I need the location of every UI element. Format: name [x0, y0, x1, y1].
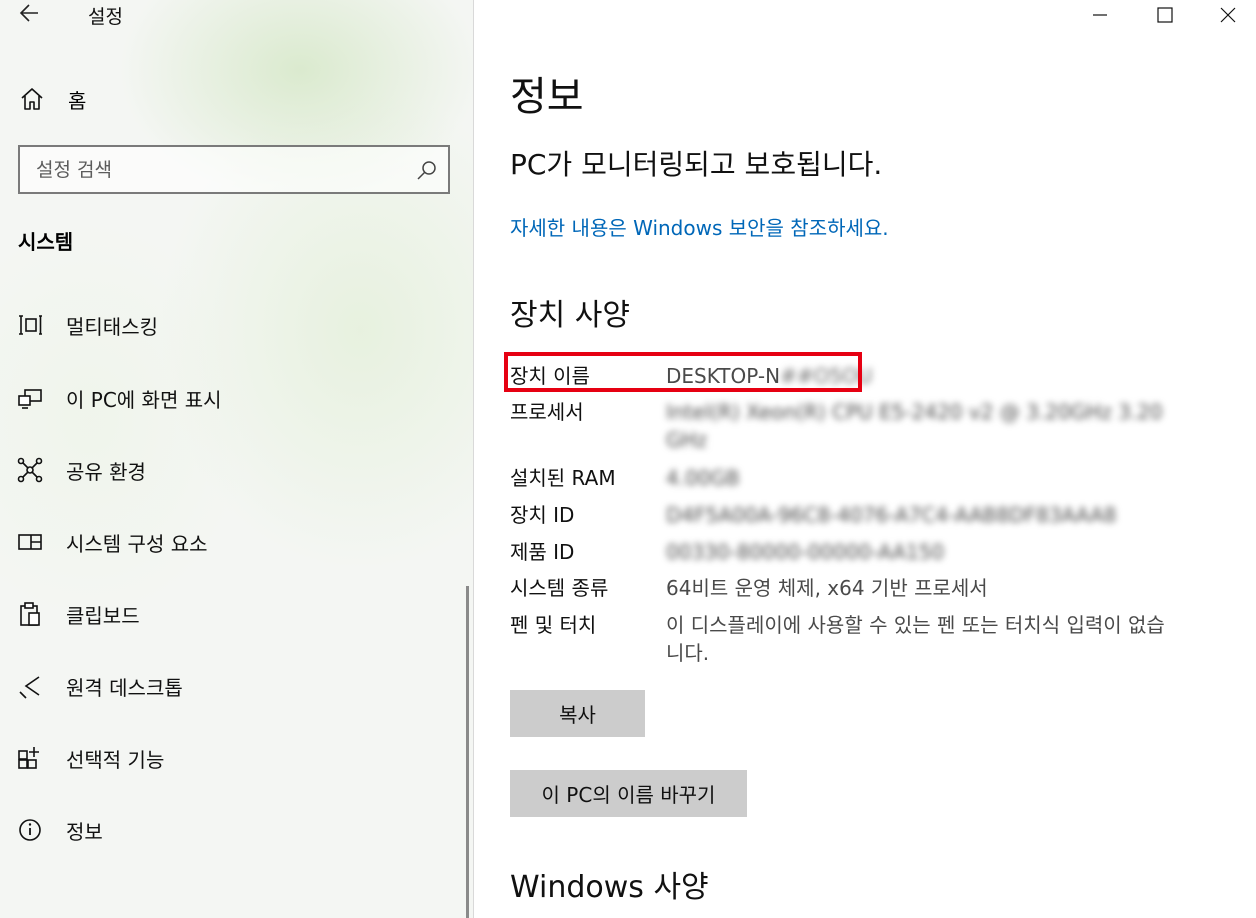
spec-key: 장치 ID [510, 503, 575, 527]
sidebar-item-remote-desktop[interactable]: 원격 데스크톱 [16, 668, 183, 704]
sidebar-item-label: 클립보드 [66, 603, 140, 628]
components-icon [16, 528, 44, 556]
sidebar-item-project[interactable]: 이 PC에 화면 표시 [16, 380, 222, 416]
sidebar-item-label: 멀티태스킹 [66, 314, 158, 339]
copy-button[interactable]: 복사 [510, 690, 645, 737]
spec-value: 64비트 운영 체제, x64 기반 프로세서 [666, 576, 988, 600]
sidebar-item-home[interactable]: 홈 [18, 84, 86, 114]
security-link[interactable]: 자세한 내용은 Windows 보안을 참조하세요. [510, 212, 889, 241]
sidebar-item-label: 시스템 구성 요소 [66, 531, 208, 556]
info-icon [16, 816, 44, 844]
home-icon [21, 88, 43, 110]
remote-desktop-icon [16, 672, 44, 700]
optional-features-icon [16, 744, 44, 772]
device-specs-heading: 장치 사양 [510, 298, 630, 333]
sidebar-item-label: 이 PC에 화면 표시 [66, 387, 222, 412]
sidebar: 설정 홈 시스템 멀티태스킹 [0, 0, 474, 918]
spec-row-device-id: 장치 ID D4F5A00A-96C8-4076-A7C4-AAB8DF83AA… [510, 501, 1176, 529]
page-title: 정보 [510, 74, 584, 120]
sidebar-item-clipboard[interactable]: 클립보드 [16, 596, 140, 632]
blurred-value: 4.00GB [666, 466, 740, 490]
spec-row-ram: 설치된 RAM 4.00GB [510, 464, 1176, 492]
sidebar-item-components[interactable]: 시스템 구성 요소 [16, 524, 208, 560]
spec-row-pen-touch: 펜 및 터치 이 디스플레이에 사용할 수 있는 펜 또는 터치식 입력이 없습… [510, 611, 1176, 667]
sidebar-item-label: 선택적 기능 [66, 747, 165, 772]
sidebar-item-label: 공유 환경 [66, 459, 146, 484]
spec-row-product-id: 제품 ID 00330-80000-00000-AA150 [510, 538, 1176, 566]
back-button[interactable] [16, 0, 46, 26]
blurred-value: D4F5A00A-96C8-4076-A7C4-AAB8DF83AAA8 [666, 503, 1117, 527]
search-input[interactable] [20, 158, 414, 181]
share-icon [16, 456, 44, 484]
search-icon[interactable] [414, 157, 440, 183]
sidebar-item-about[interactable]: 정보 [16, 812, 103, 848]
sidebar-item-label: 홈 [68, 88, 87, 113]
sidebar-item-share[interactable]: 공유 환경 [16, 452, 146, 488]
spec-key: 시스템 종류 [510, 576, 609, 600]
sidebar-item-label: 정보 [66, 819, 103, 844]
protection-status: PC가 모니터링되고 보호됩니다. [510, 148, 883, 181]
project-icon [16, 384, 44, 412]
section-title: 시스템 [18, 230, 74, 254]
spec-key: 설치된 RAM [510, 466, 616, 490]
back-arrow-icon [19, 4, 38, 22]
rename-pc-button[interactable]: 이 PC의 이름 바꾸기 [510, 770, 747, 817]
app-title: 설정 [88, 6, 123, 28]
clipboard-icon [16, 600, 44, 628]
spec-key: 펜 및 터치 [510, 613, 597, 637]
windows-specs-heading: Windows 사양 [510, 870, 709, 905]
spec-row-system-type: 시스템 종류 64비트 운영 체제, x64 기반 프로세서 [510, 574, 1176, 602]
sidebar-item-label: 원격 데스크톱 [66, 675, 183, 700]
blurred-value: 00330-80000-00000-AA150 [666, 540, 945, 564]
device-name-highlight [504, 352, 862, 392]
sidebar-scrollbar[interactable] [466, 586, 469, 918]
blurred-value: Intel(R) Xeon(R) CPU E5-2420 v2 @ 3.20GH… [666, 400, 1163, 452]
main-content: 정보 PC가 모니터링되고 보호됩니다. 자세한 내용은 Windows 보안을… [474, 0, 1256, 918]
search-box [18, 145, 450, 194]
spec-value: 이 디스플레이에 사용할 수 있는 펜 또는 터치식 입력이 없습니다. [666, 613, 1165, 665]
spec-row-processor: 프로세서 Intel(R) Xeon(R) CPU E5-2420 v2 @ 3… [510, 398, 1176, 454]
sidebar-item-optional-features[interactable]: 선택적 기능 [16, 740, 164, 776]
sidebar-item-multitasking[interactable]: 멀티태스킹 [16, 307, 158, 343]
spec-key: 제품 ID [510, 540, 575, 564]
multitasking-icon [16, 311, 44, 339]
spec-key: 프로세서 [510, 400, 584, 424]
